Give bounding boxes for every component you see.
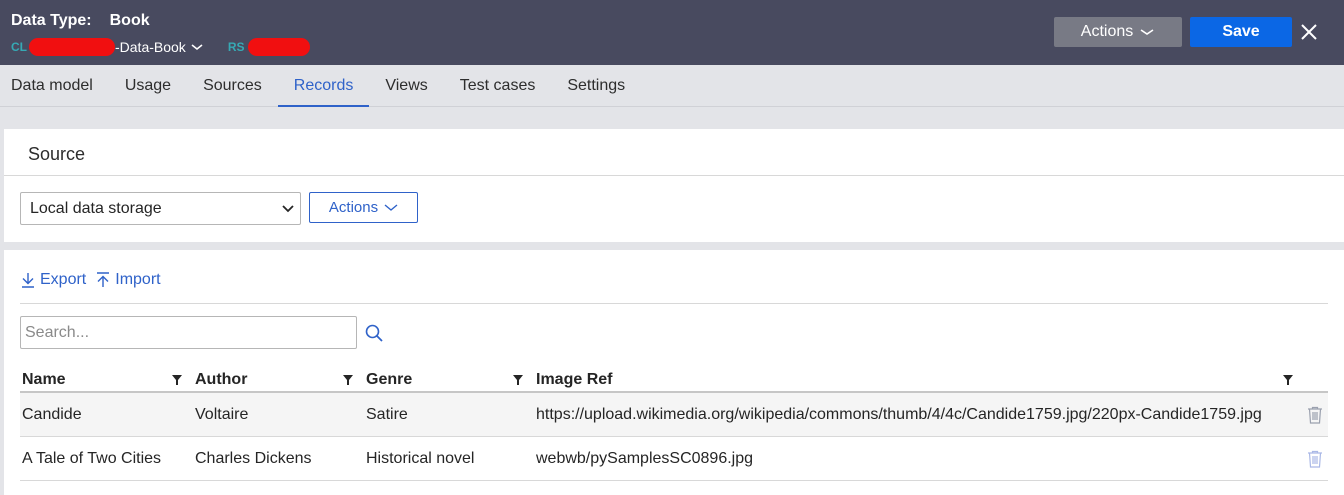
divider — [20, 303, 1328, 304]
import-link[interactable]: Import — [96, 271, 161, 289]
source-panel: Source Local data storage Actions — [4, 129, 1344, 242]
column-header-name[interactable]: Name — [22, 368, 66, 391]
column-header-label: Name — [22, 370, 66, 388]
filter-icon[interactable] — [171, 374, 183, 386]
divider — [4, 175, 1344, 176]
header-bar: Data Type: Book CL -Data-Book RS Actions… — [0, 0, 1344, 65]
header-meta: CL -Data-Book RS — [11, 38, 311, 56]
tab-records[interactable]: Records — [277, 65, 370, 107]
save-button[interactable]: Save — [1190, 17, 1292, 47]
redacted-class-prefix — [29, 38, 115, 56]
filter-icon[interactable] — [512, 374, 524, 386]
chevron-down-icon — [1140, 29, 1154, 35]
export-link[interactable]: Export — [21, 271, 86, 289]
data-type-title: Data Type: Book — [11, 12, 150, 30]
table-row[interactable]: A Tale of Two Cities Charles Dickens His… — [20, 437, 1328, 481]
cell-name[interactable]: Candide — [22, 393, 82, 436]
close-icon[interactable] — [1299, 22, 1319, 42]
redacted-ruleset — [248, 38, 311, 56]
records-panel: Export Import Name Author Genre Image Re… — [4, 250, 1344, 495]
cell-name[interactable]: A Tale of Two Cities — [22, 437, 161, 480]
tab-bar: Data model Usage Sources Records Views T… — [0, 65, 1344, 107]
search-input[interactable] — [20, 316, 357, 349]
table-row[interactable]: Candide Voltaire Satire https://upload.w… — [20, 393, 1328, 437]
column-header-author[interactable]: Author — [195, 368, 247, 391]
filter-icon[interactable] — [1282, 374, 1294, 386]
source-title: Source — [28, 144, 86, 164]
search-icon[interactable] — [364, 323, 384, 343]
column-header-label: Image Ref — [536, 370, 613, 388]
column-header-label: Genre — [366, 370, 413, 388]
chevron-down-icon — [191, 44, 203, 51]
upload-icon — [97, 272, 110, 287]
data-type-label: Data Type: — [11, 12, 92, 29]
ruleset-key: RS — [227, 40, 245, 54]
column-header-image-ref[interactable]: Image Ref — [536, 368, 612, 391]
tab-sources[interactable]: Sources — [187, 65, 278, 106]
header-actions-label: Actions — [1080, 23, 1134, 40]
source-actions-label: Actions — [328, 199, 379, 216]
trash-icon[interactable] — [1307, 450, 1323, 468]
tab-settings[interactable]: Settings — [551, 65, 641, 106]
class-name: -Data-Book — [115, 39, 186, 55]
trash-icon[interactable] — [1307, 406, 1323, 424]
class-key: CL — [11, 40, 27, 54]
export-label: Export — [40, 271, 87, 288]
cell-image-ref[interactable]: webwb/pySamplesSC0896.jpg — [536, 437, 753, 480]
source-select[interactable]: Local data storage — [20, 192, 301, 225]
data-type-value: Book — [109, 12, 150, 29]
cell-genre[interactable]: Historical novel — [366, 437, 474, 480]
chevron-down-icon — [282, 204, 294, 212]
cell-author[interactable]: Voltaire — [195, 393, 248, 436]
cell-genre[interactable]: Satire — [366, 393, 408, 436]
cell-author[interactable]: Charles Dickens — [195, 437, 311, 480]
tab-data-model[interactable]: Data model — [0, 65, 109, 106]
source-select-value: Local data storage — [30, 199, 162, 217]
header-actions-button[interactable]: Actions — [1054, 17, 1182, 47]
filter-icon[interactable] — [342, 374, 354, 386]
tab-test-cases[interactable]: Test cases — [444, 65, 552, 106]
import-label: Import — [115, 271, 161, 288]
class-dropdown[interactable]: -Data-Book — [115, 39, 204, 55]
column-header-label: Author — [195, 370, 248, 388]
cell-image-ref[interactable]: https://upload.wikimedia.org/wikipedia/c… — [536, 393, 1262, 436]
download-icon — [22, 273, 34, 288]
source-actions-button[interactable]: Actions — [309, 192, 418, 223]
chevron-down-icon — [384, 203, 398, 211]
table-header: Name Author Genre Image Ref — [20, 368, 1328, 393]
tab-usage[interactable]: Usage — [109, 65, 187, 106]
records-table: Name Author Genre Image Ref Candide Volt… — [20, 368, 1328, 481]
records-toolbar: Export Import — [21, 271, 161, 289]
column-header-genre[interactable]: Genre — [366, 368, 412, 391]
tab-views[interactable]: Views — [369, 65, 443, 106]
